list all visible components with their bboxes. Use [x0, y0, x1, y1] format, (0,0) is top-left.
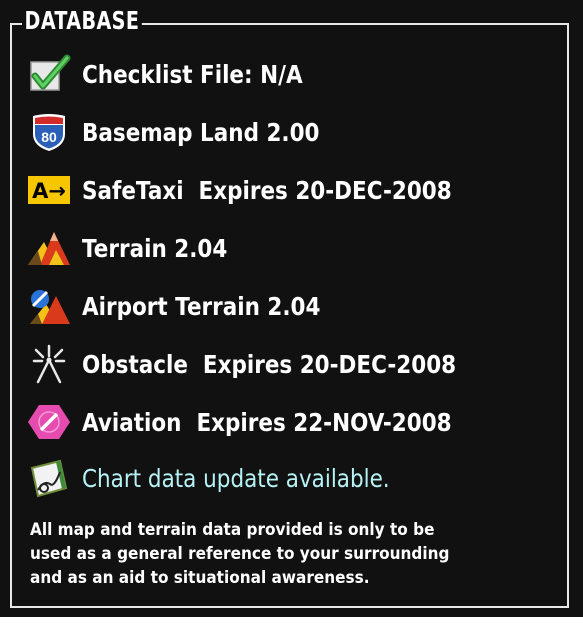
airport-terrain-label: Airport Terrain 2.04	[82, 291, 321, 321]
database-item-safetaxi: A→ SafeTaxi Expires 20-DEC-2008	[26, 170, 512, 210]
database-item-obstacle: Obstacle Expires 20-DEC-2008	[26, 344, 517, 384]
obstacle-icon	[26, 344, 72, 384]
safetaxi-icon: A→	[26, 170, 72, 210]
panel-title: DATABASE	[22, 6, 142, 36]
chart-update-notice: Chart data update available.	[82, 463, 390, 493]
chart-icon	[26, 458, 72, 498]
database-item-airport-terrain: Airport Terrain 2.04	[26, 286, 359, 326]
obstacle-label: Obstacle Expires 20-DEC-2008	[82, 349, 457, 379]
terrain-icon	[26, 228, 72, 268]
database-item-chart: Chart data update available.	[26, 458, 440, 498]
database-item-checklist: Checklist File: N/A	[26, 54, 339, 94]
database-item-basemap: 80 Basemap Land 2.00	[26, 112, 358, 152]
database-item-terrain: Terrain 2.04	[26, 228, 251, 268]
terrain-label: Terrain 2.04	[82, 233, 228, 263]
disclaimer-text: All map and terrain data provided is onl…	[30, 520, 450, 588]
checkmark-icon	[26, 54, 72, 94]
database-item-aviation: Aviation Expires 22-NOV-2008	[26, 402, 512, 442]
safetaxi-icon-text: A→	[32, 179, 66, 203]
aviation-icon	[26, 402, 72, 442]
shield-number: 80	[41, 129, 57, 145]
checklist-label: Checklist File: N/A	[82, 59, 303, 89]
basemap-label: Basemap Land 2.00	[82, 117, 320, 147]
safetaxi-label: SafeTaxi Expires 20-DEC-2008	[82, 175, 452, 205]
airport-terrain-icon	[26, 286, 72, 326]
database-screen: DATABASE Checklist File: N/A 80 Basemap …	[0, 0, 583, 617]
aviation-label: Aviation Expires 22-NOV-2008	[82, 407, 452, 437]
interstate-shield-icon: 80	[26, 112, 72, 152]
